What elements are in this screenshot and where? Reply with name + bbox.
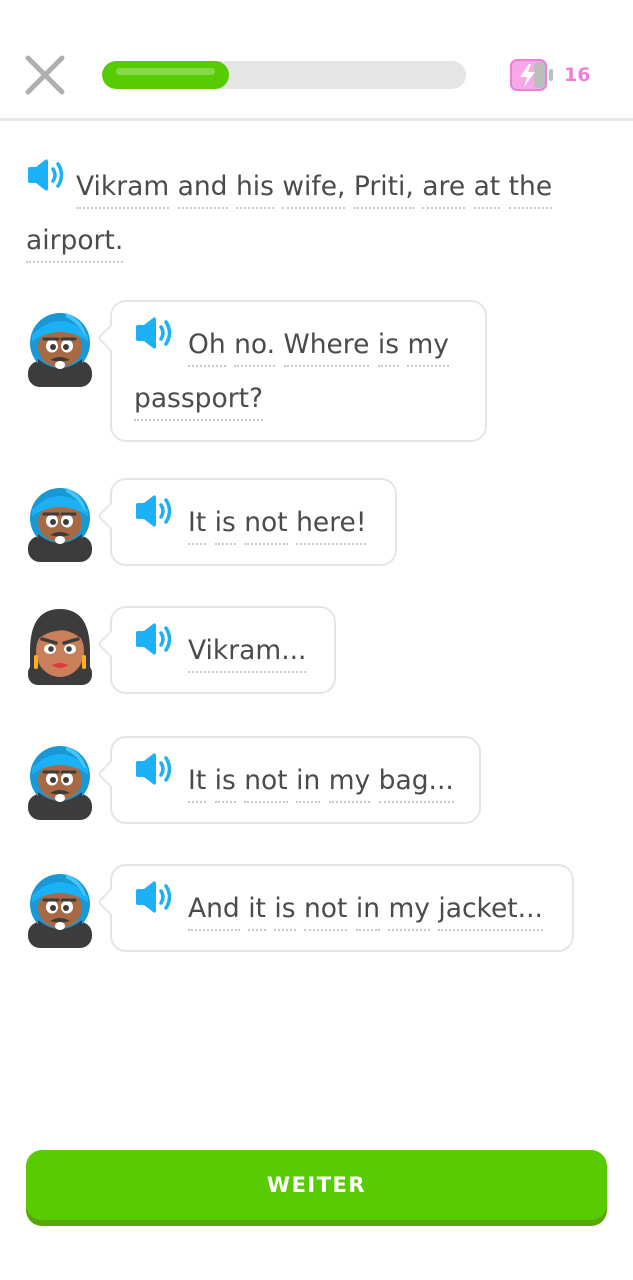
close-button[interactable] bbox=[22, 52, 68, 98]
intro-sentence: Vikram and his wife, Priti, are at the a… bbox=[26, 157, 606, 268]
intro-word[interactable]: at bbox=[473, 169, 501, 209]
battery-bolt-icon bbox=[510, 59, 553, 91]
dialogue-word[interactable]: jacket... bbox=[438, 891, 543, 931]
speaker-icon bbox=[136, 880, 172, 913]
lesson-header: 16 bbox=[0, 0, 633, 120]
dialogue-line: And it is not in my jacket... bbox=[134, 879, 550, 936]
dialogue-line: Oh no. Where is my passport? bbox=[134, 315, 463, 426]
dialogue-word[interactable]: in bbox=[355, 891, 381, 931]
vikram-avatar-icon bbox=[26, 866, 94, 948]
dialogue-word[interactable]: it bbox=[248, 891, 266, 931]
lesson-progress-fill bbox=[102, 61, 229, 89]
dialogue-word[interactable]: It bbox=[188, 505, 207, 545]
dialogue-line: It is not here! bbox=[134, 493, 373, 550]
dialogue-word[interactable]: no. bbox=[234, 327, 276, 367]
dialogue-word[interactable]: It bbox=[188, 763, 207, 803]
intro-word[interactable]: wife, bbox=[282, 169, 346, 209]
dialogue-word[interactable]: Oh bbox=[188, 327, 226, 367]
dialogue-bubble: It is not in my bag... bbox=[110, 736, 481, 824]
dialogue-word[interactable]: is bbox=[274, 891, 296, 931]
intro-word[interactable]: and bbox=[177, 169, 228, 209]
dialogue-bubble: And it is not in my jacket... bbox=[110, 864, 574, 952]
line-speaker-button[interactable] bbox=[134, 621, 174, 675]
dialogue-word[interactable]: is bbox=[214, 763, 236, 803]
dialogue-line: It is not in my bag... bbox=[134, 751, 457, 808]
vikram-avatar-icon bbox=[26, 305, 94, 387]
intro-word[interactable]: airport. bbox=[26, 223, 124, 263]
dialogue-word[interactable]: not bbox=[244, 505, 288, 545]
dialogue-word[interactable]: Where bbox=[283, 327, 370, 367]
dialogue-line: Vikram... bbox=[134, 621, 312, 678]
energy-counter[interactable]: 16 bbox=[510, 58, 590, 92]
dialogue-word[interactable]: And bbox=[188, 891, 240, 931]
close-icon bbox=[25, 55, 65, 95]
intro-words: Vikram and his wife, Priti, are at the a… bbox=[26, 169, 553, 263]
dialogue-word[interactable]: here! bbox=[296, 505, 367, 545]
dialogue-word[interactable]: not bbox=[304, 891, 348, 931]
line-speaker-button[interactable] bbox=[134, 751, 174, 805]
dialogue-word[interactable]: is bbox=[214, 505, 236, 545]
line-speaker-button[interactable] bbox=[134, 493, 174, 547]
intro-word[interactable]: his bbox=[235, 169, 274, 209]
dialogue-bubble: Vikram... bbox=[110, 606, 336, 694]
dialogue-bubble: It is not here! bbox=[110, 478, 397, 566]
dialogue-word[interactable]: bag... bbox=[378, 763, 454, 803]
intro-word[interactable]: Vikram bbox=[76, 169, 170, 209]
dialogue-word[interactable]: in bbox=[296, 763, 321, 803]
continue-button-label: WEITER bbox=[266, 1173, 367, 1197]
lesson-progress-bar bbox=[102, 61, 466, 89]
dialogue-word[interactable]: my bbox=[328, 763, 371, 803]
dialogue-word[interactable]: passport? bbox=[134, 381, 264, 421]
speaker-icon bbox=[136, 494, 172, 527]
dialogue-word[interactable]: is bbox=[377, 327, 400, 367]
dialogue-word[interactable]: not bbox=[244, 763, 288, 803]
dialogue-word[interactable]: my bbox=[407, 327, 449, 367]
progress-shine bbox=[116, 68, 215, 75]
vikram-avatar-icon bbox=[26, 480, 94, 562]
vikram-avatar-icon bbox=[26, 738, 94, 820]
priti-avatar-icon bbox=[26, 603, 94, 685]
header-divider bbox=[0, 118, 633, 121]
intro-speaker-button[interactable] bbox=[26, 157, 66, 211]
line-speaker-button[interactable] bbox=[134, 315, 174, 369]
speaker-icon bbox=[136, 316, 172, 349]
dialogue-word[interactable]: my bbox=[388, 891, 430, 931]
intro-word[interactable]: are bbox=[422, 169, 466, 209]
intro-word[interactable]: the bbox=[508, 169, 553, 209]
speaker-icon bbox=[136, 752, 172, 785]
intro-word[interactable]: Priti, bbox=[353, 169, 414, 209]
line-speaker-button[interactable] bbox=[134, 879, 174, 933]
energy-count: 16 bbox=[564, 64, 591, 86]
dialogue-word[interactable]: Vikram... bbox=[188, 633, 307, 673]
speaker-icon bbox=[136, 622, 172, 655]
continue-button[interactable]: WEITER bbox=[26, 1150, 607, 1220]
speaker-icon bbox=[28, 158, 64, 191]
dialogue-bubble: Oh no. Where is my passport? bbox=[110, 300, 487, 442]
